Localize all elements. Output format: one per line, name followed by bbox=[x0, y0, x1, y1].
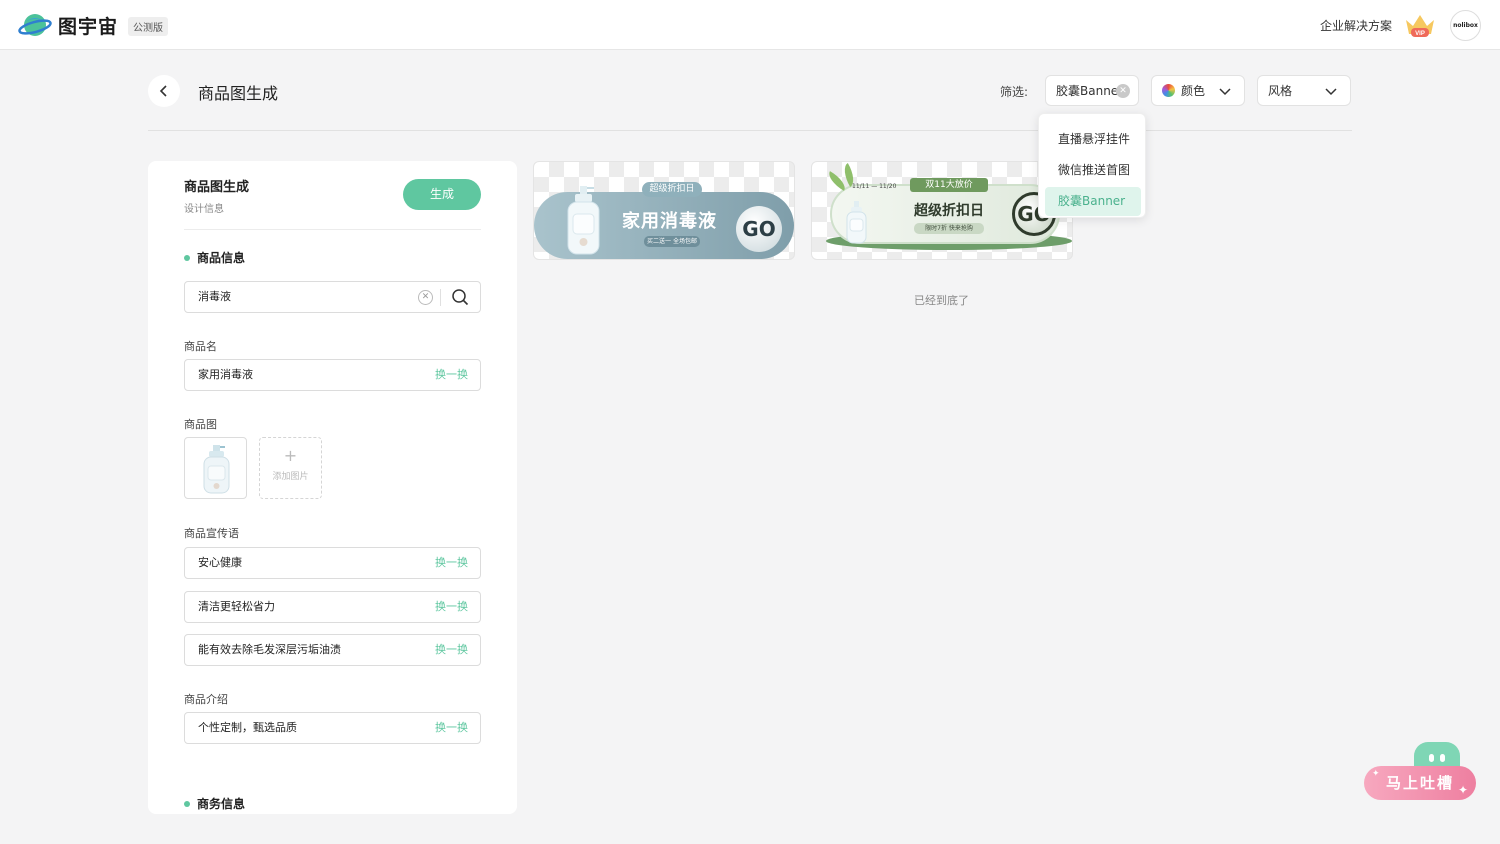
card2-headline: 超级折扣日 bbox=[914, 203, 984, 219]
swap-button[interactable]: 换一换 bbox=[435, 360, 468, 390]
brand-name[interactable]: 图宇宙 bbox=[58, 12, 118, 39]
filter-style-label: 风格 bbox=[1268, 84, 1293, 98]
product-name-value: 家用消毒液 bbox=[198, 368, 253, 381]
clear-search-icon[interactable]: ✕ bbox=[418, 290, 433, 305]
add-image-button[interactable]: + 添加图片 bbox=[259, 437, 322, 499]
swap-button[interactable]: 换一换 bbox=[435, 713, 468, 743]
result-card-2[interactable]: 11/11 — 11/20 双11大放价 超级折扣日 限时7折 快来抢购 GO bbox=[811, 161, 1073, 260]
filter-chip-banner-label: 胶囊Banner bbox=[1056, 84, 1124, 98]
card1-headline: 家用消毒液 bbox=[622, 211, 717, 232]
sanitizer-bottle-icon bbox=[203, 445, 230, 494]
section-product-info: 商品信息 bbox=[184, 249, 245, 266]
chevron-left-icon bbox=[159, 85, 167, 97]
product-image-label: 商品图 bbox=[184, 418, 217, 431]
product-search-input[interactable]: 消毒液 ✕ bbox=[184, 281, 481, 313]
product-search-value: 消毒液 bbox=[198, 290, 231, 303]
chevron-down-icon bbox=[1219, 88, 1231, 96]
mascot-eye bbox=[1440, 754, 1445, 762]
slogan-field-2[interactable]: 清洁更轻松省力 换一换 bbox=[184, 591, 481, 623]
slogan-value-3: 能有效去除毛发深层污垢油渍 bbox=[198, 643, 341, 656]
panel-divider bbox=[184, 229, 481, 230]
intro-value: 个性定制，甄选品质 bbox=[198, 721, 297, 734]
filter-color-select[interactable]: 颜色 bbox=[1151, 75, 1245, 106]
sparkle-icon: ✦ bbox=[1372, 769, 1380, 779]
page-title: 商品图生成 bbox=[198, 84, 279, 103]
card1-go-button: GO bbox=[736, 206, 782, 252]
sanitizer-bottle-icon bbox=[567, 186, 600, 255]
color-wheel-icon bbox=[1162, 84, 1175, 97]
search-icon[interactable] bbox=[451, 288, 469, 306]
swap-button[interactable]: 换一换 bbox=[435, 548, 468, 578]
card2-tag: 双11大放价 bbox=[910, 178, 988, 192]
slogan-value-1: 安心健康 bbox=[198, 556, 242, 569]
end-of-list-note: 已经到底了 bbox=[914, 294, 969, 307]
dropdown-item-wechat-cover[interactable]: 微信推送首图 bbox=[1045, 156, 1141, 185]
user-avatar[interactable]: nolibox bbox=[1450, 10, 1481, 41]
panel-subtitle: 设计信息 bbox=[184, 204, 224, 215]
slogan-field-3[interactable]: 能有效去除毛发深层污垢油渍 换一换 bbox=[184, 634, 481, 666]
enterprise-solutions-link[interactable]: 企业解决方案 bbox=[1320, 17, 1392, 34]
slogan-value-2: 清洁更轻松省力 bbox=[198, 600, 275, 613]
dropdown-item-live-widget[interactable]: 直播悬浮挂件 bbox=[1045, 125, 1141, 154]
sanitizer-bottle-icon bbox=[846, 201, 867, 244]
swap-button[interactable]: 换一换 bbox=[435, 592, 468, 622]
card1-subline: 买二送一 全场包邮 bbox=[644, 236, 700, 247]
filter-label: 筛选: bbox=[1000, 85, 1029, 99]
plus-icon: + bbox=[283, 446, 298, 465]
feedback-label: 马上吐槽 bbox=[1385, 774, 1454, 792]
filter-color-label: 颜色 bbox=[1181, 84, 1206, 98]
card1-tag: 超级折扣日 bbox=[642, 182, 702, 197]
section-business-info: 商务信息 bbox=[184, 795, 245, 812]
beta-badge: 公测版 bbox=[128, 17, 168, 36]
design-info-panel: 商品图生成 设计信息 生成 商品信息 消毒液 ✕ 商品名 家用消毒液 换一换 商… bbox=[148, 161, 517, 814]
product-name-field[interactable]: 家用消毒液 换一换 bbox=[184, 359, 481, 391]
add-image-label: 添加图片 bbox=[272, 472, 309, 482]
sparkle-icon: ✦ bbox=[1458, 783, 1469, 797]
dropdown-item-capsule-banner[interactable]: 胶囊Banner bbox=[1045, 187, 1141, 216]
card2-subline: 限时7折 快来抢购 bbox=[914, 223, 984, 234]
banner-type-dropdown: 直播悬浮挂件 微信推送首图 胶囊Banner bbox=[1038, 113, 1146, 218]
top-bar: 图宇宙 公测版 企业解决方案 VIP nolibox bbox=[0, 0, 1500, 50]
chevron-down-icon bbox=[1325, 88, 1337, 96]
mascot-eye bbox=[1429, 754, 1434, 762]
intro-label: 商品介绍 bbox=[184, 693, 228, 706]
intro-field[interactable]: 个性定制，甄选品质 换一换 bbox=[184, 712, 481, 744]
generate-button[interactable]: 生成 bbox=[403, 179, 481, 210]
product-image-thumbnail[interactable] bbox=[184, 437, 247, 499]
filter-chip-banner[interactable]: 胶囊Banner ✕ bbox=[1045, 75, 1139, 106]
slogan-label: 商品宣传语 bbox=[184, 527, 239, 540]
panel-title: 商品图生成 bbox=[184, 180, 250, 195]
filter-style-select[interactable]: 风格 bbox=[1257, 75, 1351, 106]
back-button[interactable] bbox=[148, 75, 180, 107]
result-card-1[interactable]: 超级折扣日 家用消毒液 买二送一 全场包邮 GO bbox=[533, 161, 795, 260]
planet-logo-icon[interactable] bbox=[18, 10, 52, 40]
vip-label: VIP bbox=[1415, 31, 1425, 37]
header-divider bbox=[148, 130, 1352, 131]
clear-filter-icon[interactable]: ✕ bbox=[1116, 84, 1130, 98]
vip-crown-icon[interactable]: VIP bbox=[1404, 12, 1436, 38]
search-separator bbox=[440, 289, 441, 306]
swap-button[interactable]: 换一换 bbox=[435, 635, 468, 665]
slogan-field-1[interactable]: 安心健康 换一换 bbox=[184, 547, 481, 579]
product-name-label: 商品名 bbox=[184, 340, 217, 353]
card2-date: 11/11 — 11/20 bbox=[852, 183, 897, 190]
